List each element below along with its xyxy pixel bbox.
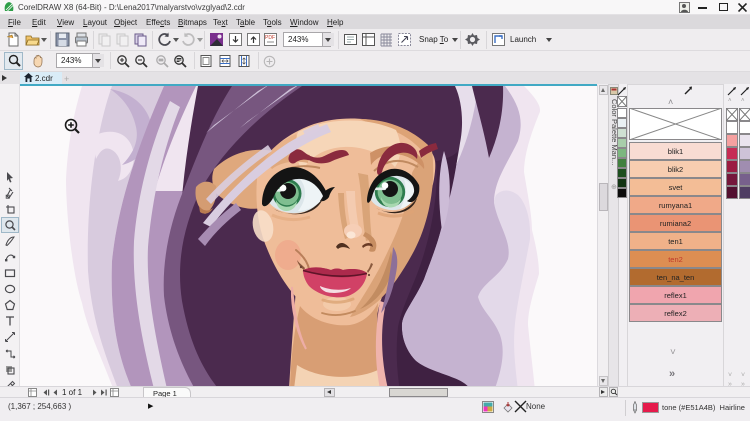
svg-text:PDF: PDF <box>265 35 275 41</box>
